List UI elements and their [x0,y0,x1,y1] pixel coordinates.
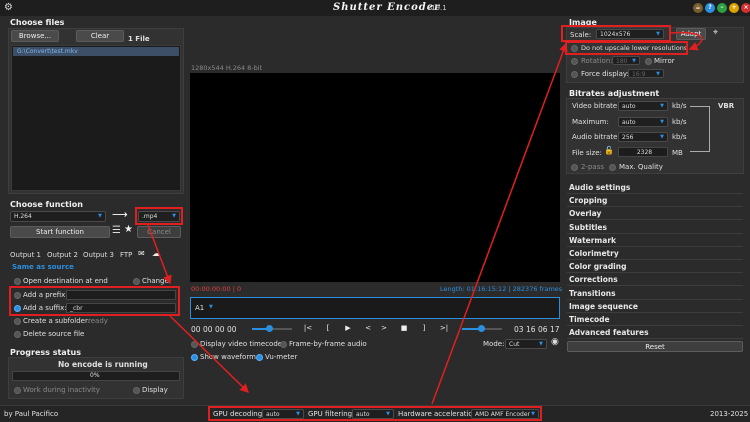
arrow-container-to-options [147,224,172,285]
annotation-arrows [147,31,703,405]
arrow-bottom-to-scale [431,42,568,405]
arrow-options-to-bottom [169,315,250,394]
arrow-adapt-loop [670,31,703,51]
